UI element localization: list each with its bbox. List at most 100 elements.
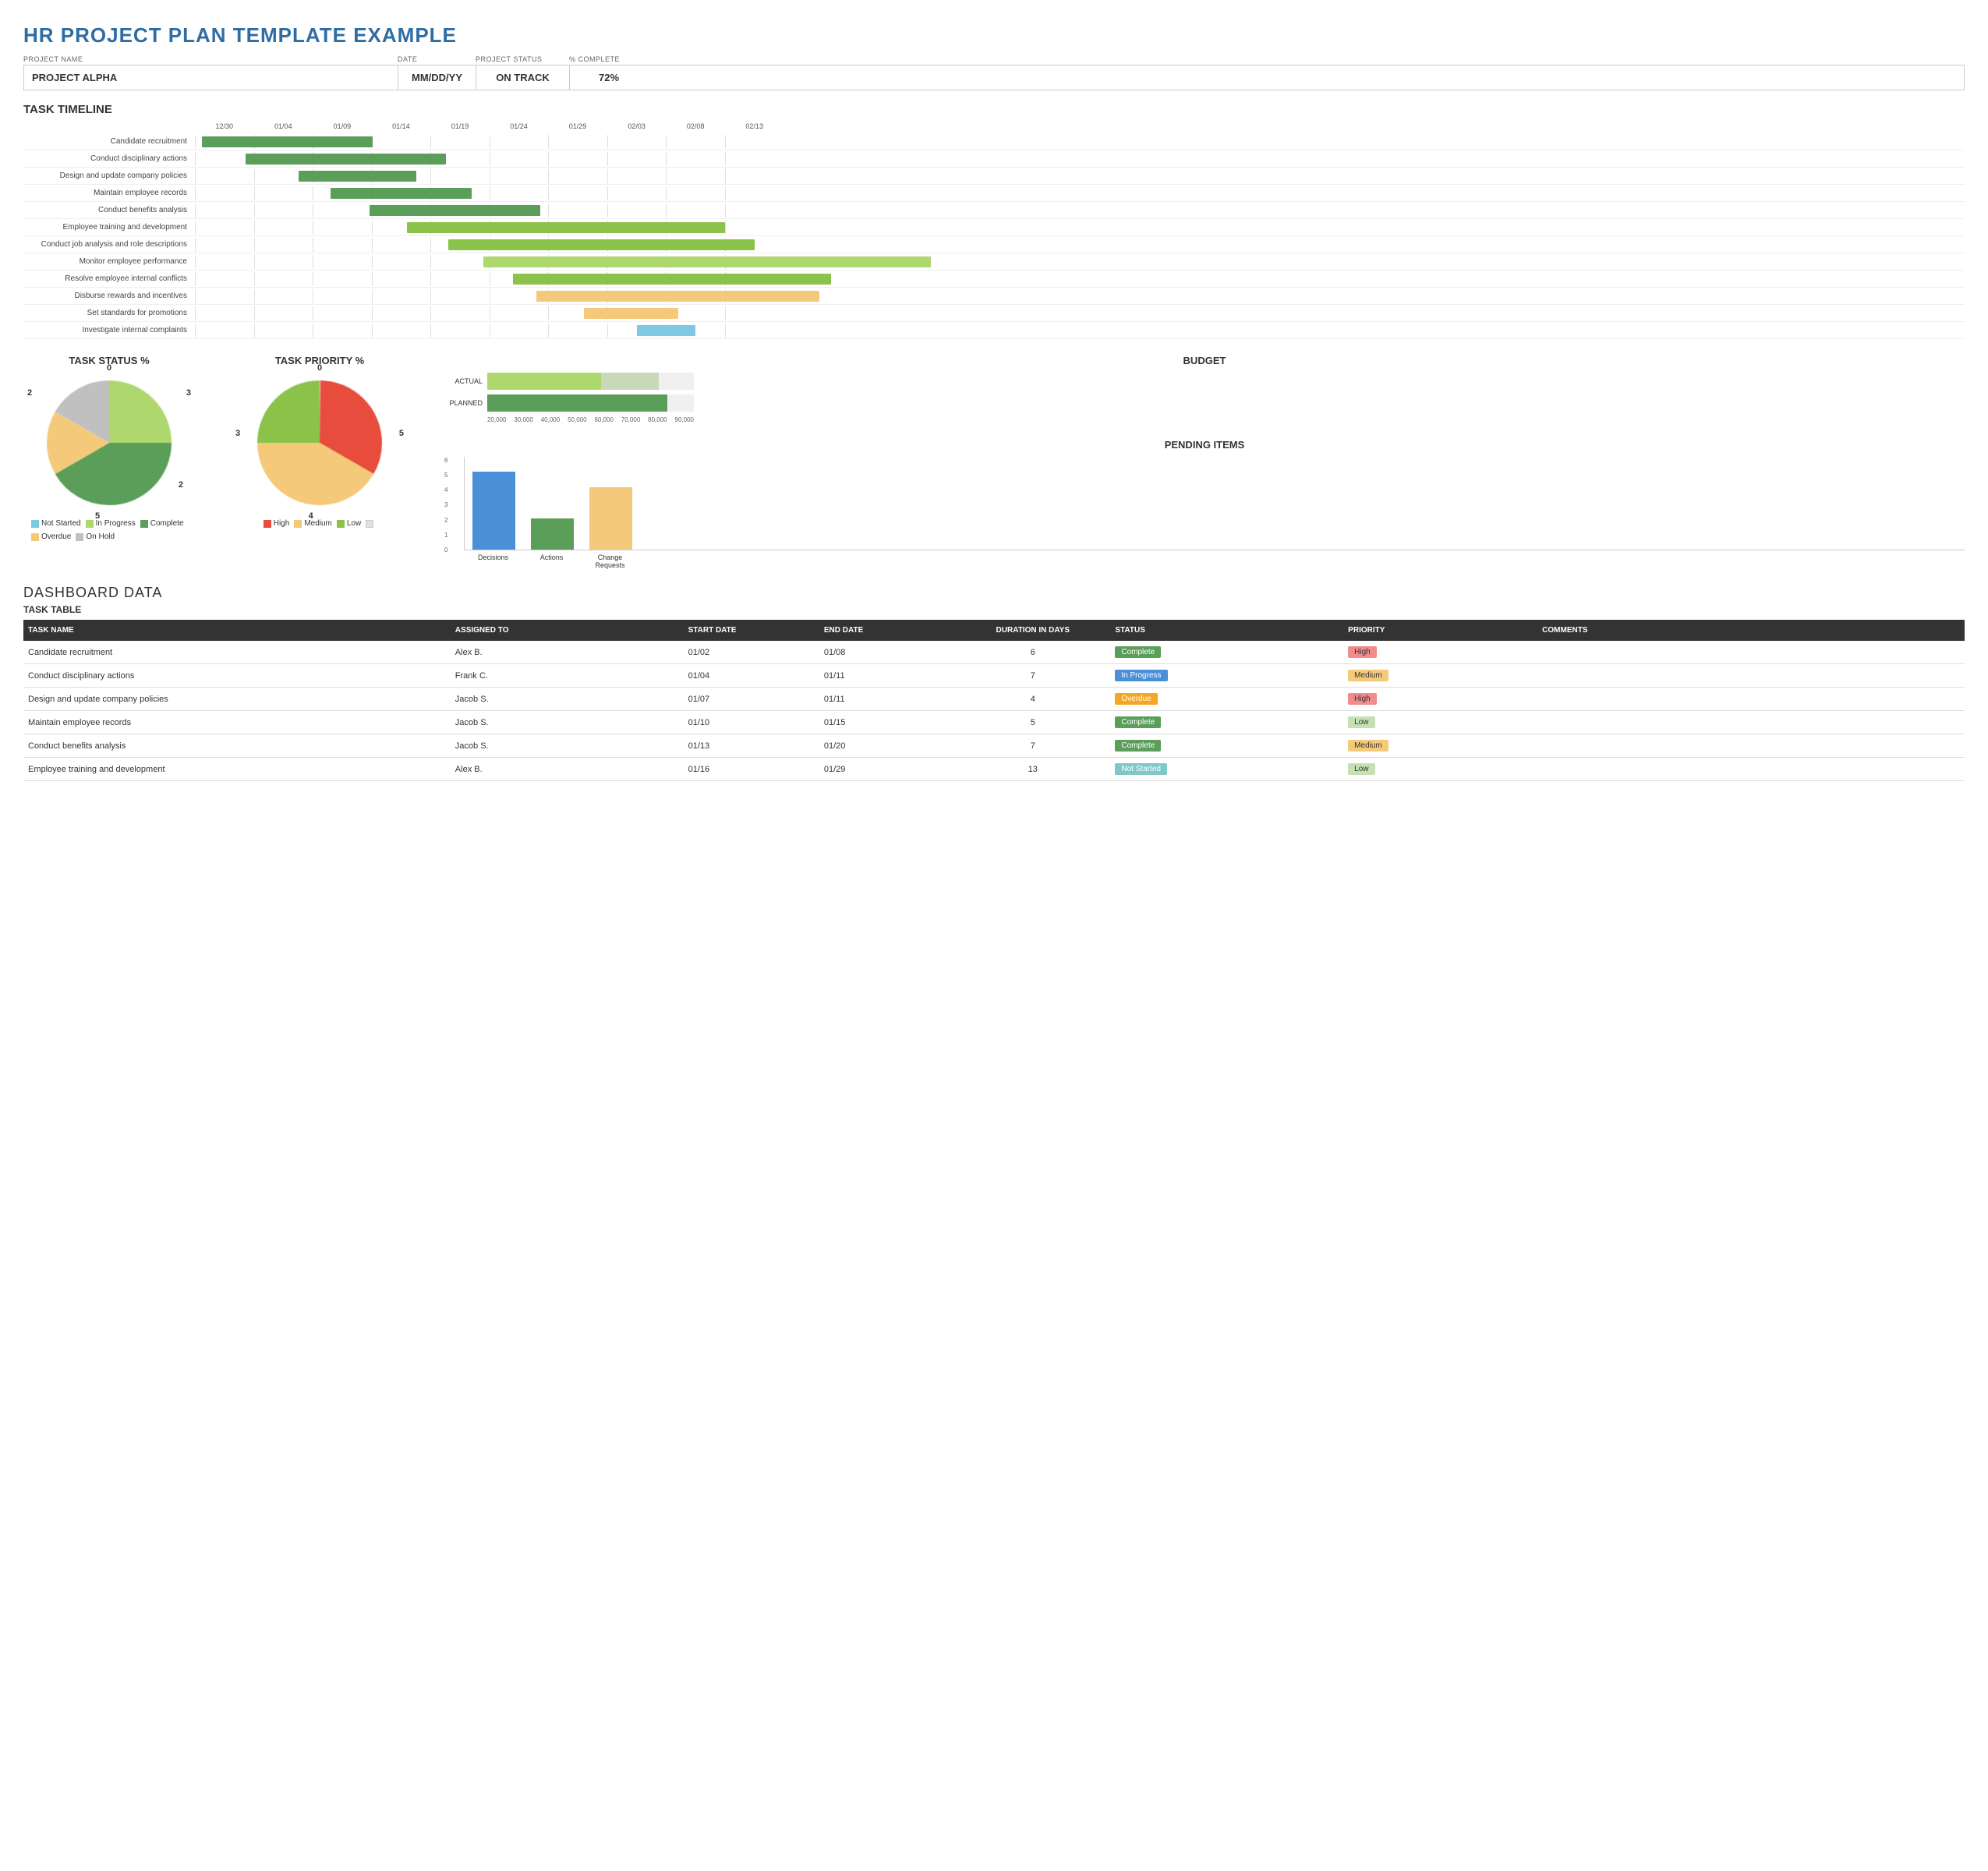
task-comments	[1537, 688, 1965, 711]
budget-actual-track	[487, 373, 694, 390]
gantt-task-label: Resolve employee internal conflicts	[23, 274, 195, 283]
task-priority-chart: TASK PRIORITY % 0 5 4 3 High Medium Low	[234, 355, 405, 528]
complete-label: % COMPLETE	[569, 55, 647, 63]
gantt-task-label: Conduct disciplinary actions	[23, 154, 195, 163]
gantt-row: Maintain employee records	[23, 185, 1965, 202]
priority-badge: Medium	[1348, 670, 1388, 681]
gantt-row: Investigate internal complaints	[23, 322, 1965, 339]
task-status-legend: Not Started In Progress Complete Overdue…	[31, 519, 187, 541]
col-header-start: START DATE	[684, 620, 819, 641]
gantt-bar	[584, 308, 678, 319]
gantt-row: Design and update company policies	[23, 168, 1965, 185]
col-header-assigned: ASSIGNED TO	[451, 620, 684, 641]
budget-axis: 20,00030,00040,00050,00060,00070,00080,0…	[444, 416, 694, 423]
gantt-task-track	[195, 169, 1965, 183]
task-table: TASK NAME ASSIGNED TO START DATE END DAT…	[23, 620, 1965, 781]
task-end: 01/20	[819, 734, 955, 758]
main-title: HR PROJECT PLAN TEMPLATE EXAMPLE	[23, 23, 1965, 48]
task-status: Overdue	[1110, 688, 1343, 711]
gantt-bar	[331, 188, 472, 199]
gantt-tick: 01/24	[490, 122, 549, 130]
date-label: DATE	[398, 55, 476, 63]
task-comments	[1537, 711, 1965, 734]
gantt-bar	[483, 256, 931, 267]
budget-planned-track	[487, 394, 694, 412]
task-priority-legend: High Medium Low	[264, 519, 377, 528]
task-assigned: Jacob S.	[451, 734, 684, 758]
task-end: 01/11	[819, 688, 955, 711]
project-header: PROJECT NAME DATE PROJECT STATUS % COMPL…	[23, 55, 1965, 90]
task-comments	[1537, 758, 1965, 781]
pending-section: PENDING ITEMS 0123456	[444, 439, 1965, 569]
project-name-label: PROJECT NAME	[23, 55, 398, 63]
task-assigned: Alex B.	[451, 641, 684, 664]
gantt-task-track	[195, 221, 1965, 235]
priority-badge: Low	[1348, 763, 1374, 775]
gantt-task-track	[195, 203, 1965, 218]
col-header-comments: COMMENTS	[1537, 620, 1965, 641]
gantt-row: Monitor employee performance	[23, 253, 1965, 271]
gantt-row: Employee training and development	[23, 219, 1965, 236]
gantt-task-label: Maintain employee records	[23, 189, 195, 197]
gantt-task-track	[195, 324, 1965, 338]
gantt-bar	[299, 171, 416, 182]
task-duration: 4	[955, 688, 1110, 711]
task-name: Conduct disciplinary actions	[23, 664, 451, 688]
gantt-bar	[246, 154, 446, 164]
task-status: In Progress	[1110, 664, 1343, 688]
right-charts: BUDGET ACTUAL PLANNED 20,00030,00040,000…	[444, 355, 1965, 569]
project-complete: 72%	[570, 65, 648, 90]
task-priority: High	[1343, 688, 1537, 711]
gantt-chart: 12/3001/0401/0901/1401/1901/2401/2902/03…	[23, 122, 1965, 339]
task-start: 01/10	[684, 711, 819, 734]
gantt-tick: 01/19	[430, 122, 490, 130]
gantt-task-label: Disburse rewards and incentives	[23, 292, 195, 300]
col-header-status: STATUS	[1110, 620, 1343, 641]
gantt-row: Set standards for promotions	[23, 305, 1965, 322]
pending-bars-container	[464, 457, 1965, 550]
budget-title: BUDGET	[444, 355, 1965, 366]
task-end: 01/11	[819, 664, 955, 688]
decisions-bar	[472, 472, 515, 550]
gantt-task-label: Conduct job analysis and role descriptio…	[23, 240, 195, 249]
task-start: 01/13	[684, 734, 819, 758]
task-name: Employee training and development	[23, 758, 451, 781]
task-priority: Medium	[1343, 664, 1537, 688]
table-row: Employee training and development Alex B…	[23, 758, 1965, 781]
gantt-row: Conduct disciplinary actions	[23, 150, 1965, 168]
status-label: PROJECT STATUS	[476, 55, 569, 63]
task-comments	[1537, 641, 1965, 664]
priority-badge: Medium	[1348, 740, 1388, 752]
project-name-value: PROJECT ALPHA	[24, 65, 398, 90]
gantt-bar	[407, 222, 725, 233]
gantt-task-track	[195, 272, 1965, 286]
gantt-bar	[370, 205, 540, 216]
gantt-task-label: Investigate internal complaints	[23, 326, 195, 334]
gantt-row: Resolve employee internal conflicts	[23, 271, 1965, 288]
gantt-title: TASK TIMELINE	[23, 103, 1965, 116]
task-duration: 13	[955, 758, 1110, 781]
gantt-bar	[637, 325, 696, 336]
status-badge: In Progress	[1115, 670, 1167, 681]
table-row: Conduct disciplinary actions Frank C. 01…	[23, 664, 1965, 688]
task-end: 01/29	[819, 758, 955, 781]
task-start: 01/02	[684, 641, 819, 664]
status-badge: Not Started	[1115, 763, 1167, 775]
task-status: Complete	[1110, 641, 1343, 664]
project-status: ON TRACK	[476, 65, 570, 90]
gantt-tick: 01/29	[548, 122, 607, 130]
pending-y-axis: 0123456	[444, 457, 447, 554]
status-badge: Overdue	[1115, 693, 1157, 705]
gantt-task-track	[195, 238, 1965, 252]
task-name: Maintain employee records	[23, 711, 451, 734]
gantt-bar	[448, 239, 755, 250]
gantt-tick: 01/04	[254, 122, 313, 130]
task-status: Not Started	[1110, 758, 1343, 781]
gantt-tick: 01/09	[313, 122, 372, 130]
task-name: Candidate recruitment	[23, 641, 451, 664]
table-header-row: TASK NAME ASSIGNED TO START DATE END DAT…	[23, 620, 1965, 641]
col-header-name: TASK NAME	[23, 620, 451, 641]
gantt-row: Conduct benefits analysis	[23, 202, 1965, 219]
gantt-bar	[536, 291, 819, 302]
gantt-task-track	[195, 152, 1965, 166]
